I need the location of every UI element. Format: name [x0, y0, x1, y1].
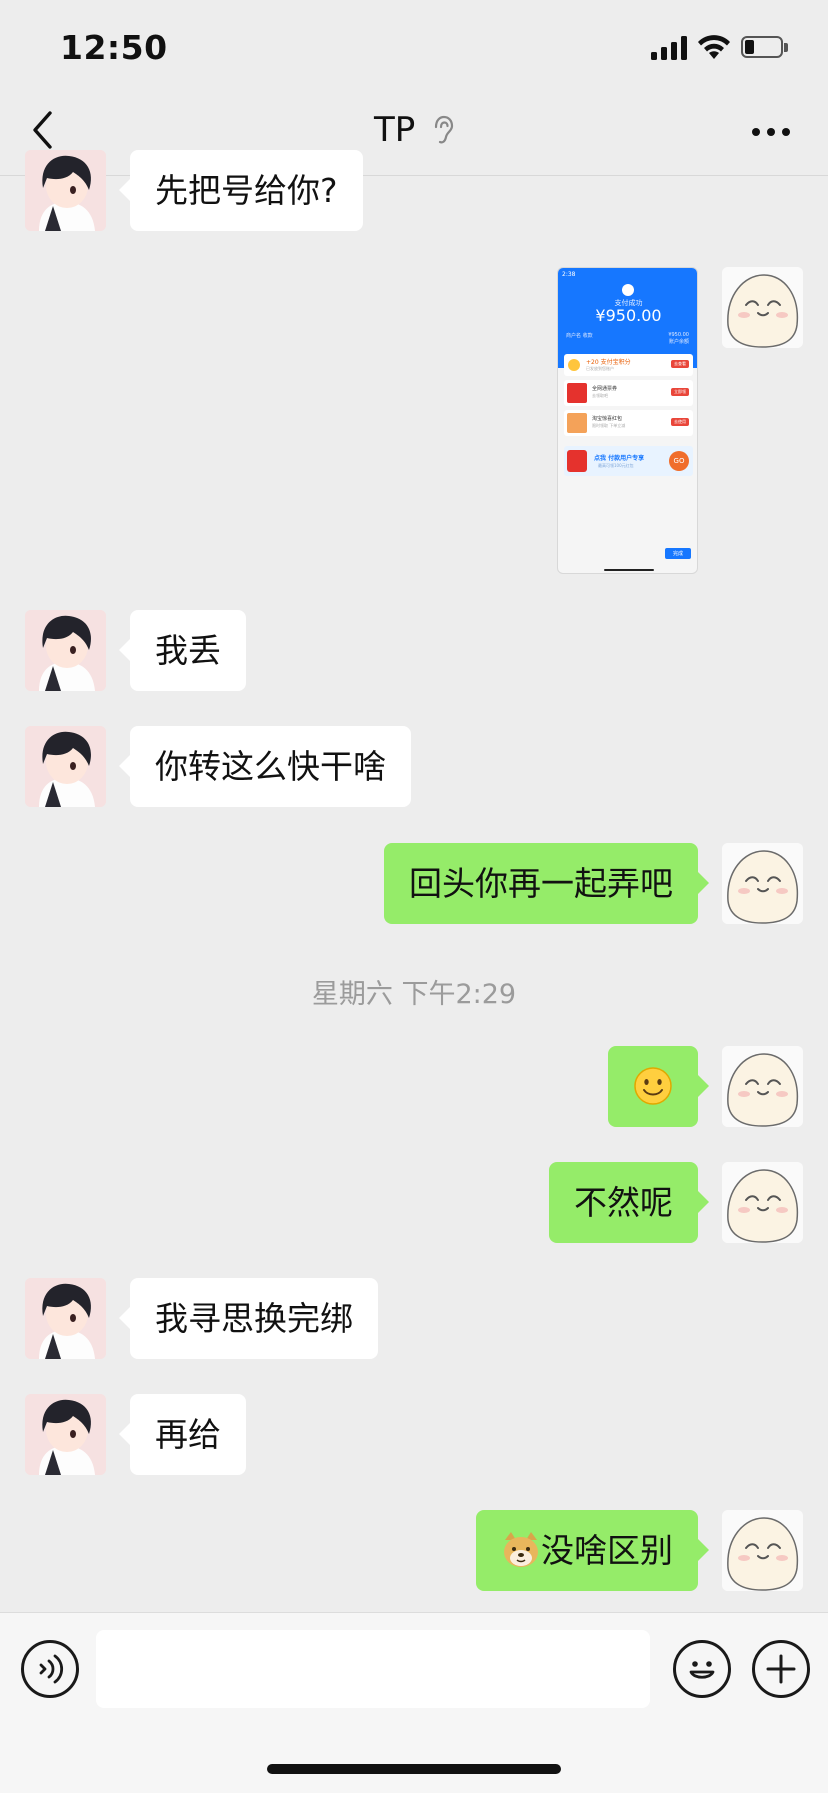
- message-bubble-me[interactable]: [608, 1046, 709, 1127]
- nav-divider: [0, 175, 828, 176]
- peer-avatar[interactable]: [25, 610, 106, 691]
- message-bubble-me[interactable]: 回头你再一起弄吧: [384, 843, 709, 924]
- reward-row: +20 支付宝积分 已发放到您账户 去查看: [564, 354, 693, 376]
- mochi-cat-icon: [722, 1510, 803, 1591]
- my-avatar[interactable]: [722, 843, 803, 924]
- mochi-cat-icon: [722, 843, 803, 924]
- anime-boy-icon: [25, 1278, 106, 1359]
- my-avatar[interactable]: [722, 267, 803, 348]
- message-bubble-peer[interactable]: 我丢: [119, 610, 246, 691]
- my-avatar[interactable]: [722, 1046, 803, 1127]
- chat-title: TP: [0, 110, 828, 150]
- chat-title-text: TP: [373, 110, 416, 150]
- message-bubble-peer[interactable]: 再给: [119, 1394, 246, 1475]
- doge-icon: [504, 1532, 538, 1567]
- message-input[interactable]: [96, 1630, 650, 1708]
- peer-avatar[interactable]: [25, 1394, 106, 1475]
- done-button: 完成: [664, 548, 691, 559]
- my-avatar[interactable]: [722, 1510, 803, 1591]
- balance-info: ¥950.00 账户余额: [668, 332, 689, 345]
- merchant-label: 商户名 收款: [566, 333, 593, 339]
- time-divider: 星期六 下午2:29: [311, 979, 517, 1010]
- screenshot-status-time: 2:38: [562, 271, 576, 278]
- home-indicator: [267, 1764, 561, 1774]
- message-bubble-peer[interactable]: 先把号给你?: [119, 150, 363, 231]
- message-bubble-me[interactable]: 不然呢: [549, 1162, 709, 1243]
- anime-boy-icon: [25, 610, 106, 691]
- more-button[interactable]: [752, 128, 792, 138]
- screenshot-home-indicator: [604, 569, 654, 571]
- message-bubble-peer[interactable]: 你转这么快干啥: [119, 726, 411, 807]
- peer-avatar[interactable]: [25, 726, 106, 807]
- message-bubble-peer[interactable]: 我寻思换完绑: [119, 1278, 378, 1359]
- more-functions-button[interactable]: [752, 1640, 810, 1698]
- anime-boy-icon: [25, 1394, 106, 1475]
- anime-boy-icon: [25, 726, 106, 807]
- message-text: 没啥区别: [541, 1531, 673, 1570]
- coupon-row: 全网通票券 去领取吧 立即领: [564, 380, 693, 406]
- mochi-cat-icon: [722, 1162, 803, 1243]
- anime-boy-icon: [25, 150, 106, 231]
- plus-icon: [766, 1654, 796, 1684]
- voice-icon: [39, 1654, 64, 1684]
- smile-emoji-icon: [634, 1067, 672, 1105]
- my-avatar[interactable]: [722, 1162, 803, 1243]
- pay-amount: ¥950.00: [595, 306, 662, 325]
- emoji-icon: [689, 1661, 715, 1679]
- earpiece-mode-icon: [434, 115, 454, 144]
- peer-avatar[interactable]: [25, 150, 106, 231]
- status-time: 12:50: [60, 28, 168, 67]
- mochi-cat-icon: [722, 267, 803, 348]
- voice-button[interactable]: [21, 1640, 79, 1698]
- message-bubble-me[interactable]: 没啥区别: [476, 1510, 709, 1591]
- balance-label: 账户余额: [668, 339, 689, 345]
- wifi-icon: [698, 35, 730, 59]
- image-message[interactable]: 2:38 支付成功 ¥950.00 商户名 收款 ¥950.00 账户余额 +2…: [557, 267, 698, 574]
- promo-banner: 点我 付款用户专享 最高可领100元红包 GO: [564, 446, 693, 476]
- signal-icon: [651, 36, 691, 60]
- peer-avatar[interactable]: [25, 1278, 106, 1359]
- mochi-cat-icon: [722, 1046, 803, 1127]
- battery-icon: [741, 36, 789, 60]
- redpacket-row: 淘宝惊喜红包 限时领取 下单立减 去使用: [564, 410, 693, 436]
- check-icon: [622, 284, 634, 296]
- emoji-button[interactable]: [673, 1640, 731, 1698]
